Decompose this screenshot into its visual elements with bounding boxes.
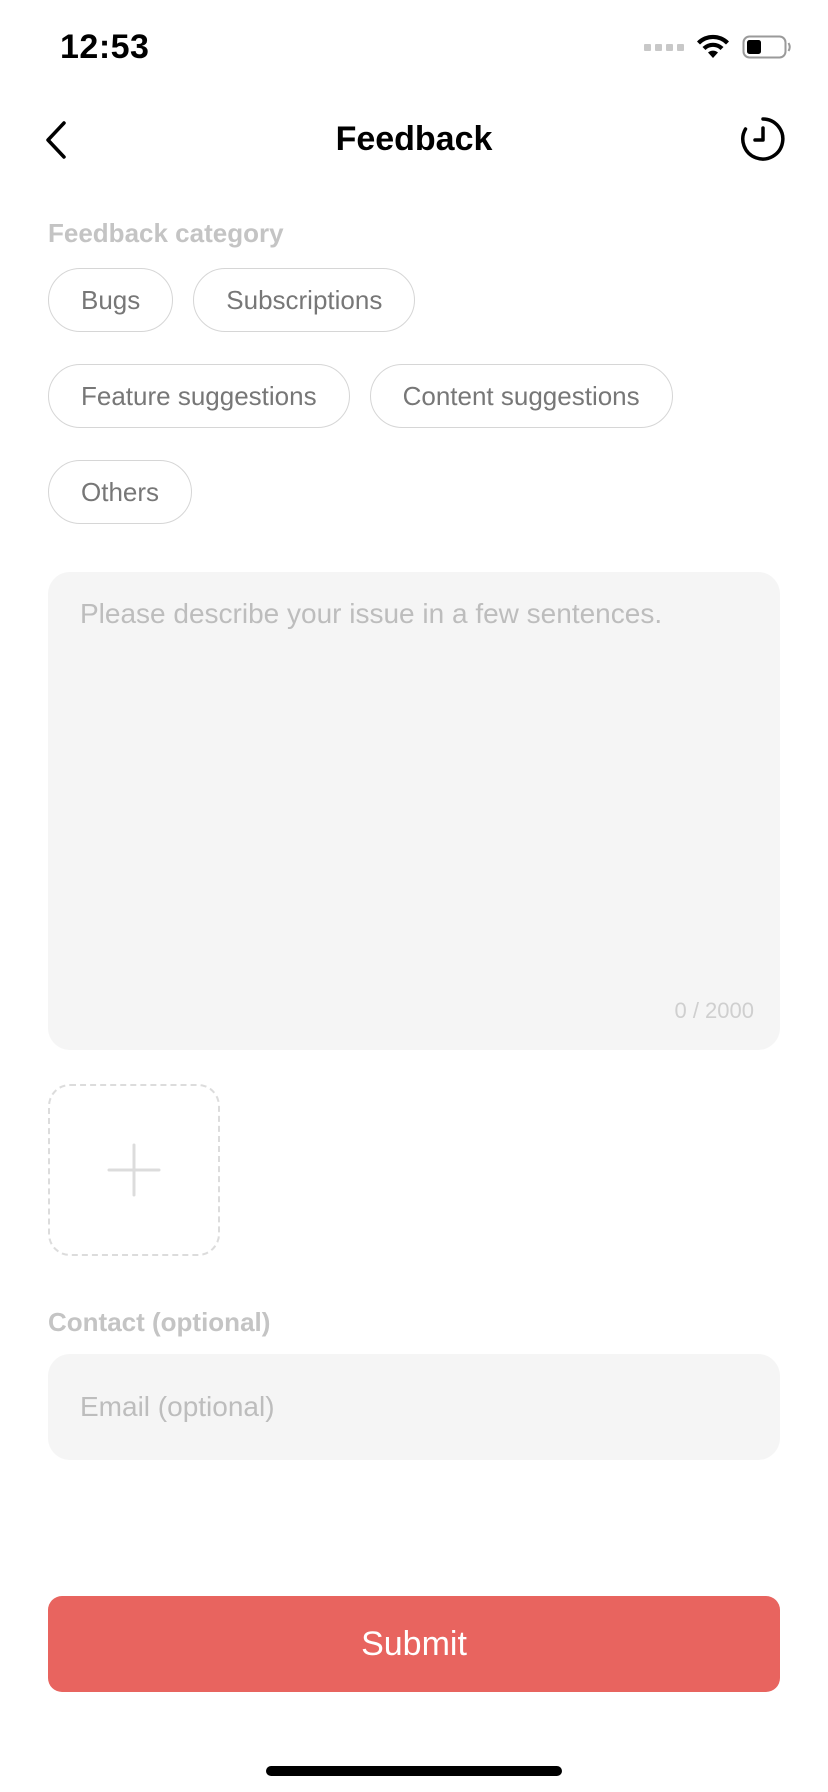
chip-row: Feature suggestions Content suggestions: [48, 364, 788, 428]
email-field: [48, 1354, 780, 1460]
chip-row: Bugs Subscriptions: [48, 268, 788, 332]
category-chips: Bugs Subscriptions Feature suggestions C…: [48, 268, 788, 556]
home-indicator: [266, 1766, 562, 1776]
signal-icon: [644, 43, 684, 51]
chip-bugs[interactable]: Bugs: [48, 268, 174, 332]
description-input[interactable]: [48, 572, 780, 1050]
battery-icon: [742, 35, 791, 59]
chip-others[interactable]: Others: [48, 460, 193, 524]
description-box: 0 / 2000: [48, 572, 780, 1050]
wifi-icon: [697, 34, 729, 58]
nav-bar: Feedback: [0, 100, 828, 180]
add-image-button[interactable]: [48, 1084, 220, 1256]
feedback-category-label: Feedback category: [48, 218, 284, 248]
status-time: 12:53: [60, 28, 150, 66]
char-counter: 0 / 2000: [674, 998, 754, 1023]
history-button[interactable]: [738, 114, 788, 164]
status-indicators: [644, 34, 792, 60]
page-title: Feedback: [335, 120, 493, 158]
status-bar: 12:53: [0, 0, 828, 100]
submit-button[interactable]: Submit: [48, 1596, 780, 1692]
history-clock-icon: [741, 117, 785, 161]
chip-content-suggestions[interactable]: Content suggestions: [369, 364, 673, 428]
email-input[interactable]: [48, 1354, 780, 1460]
chip-subscriptions[interactable]: Subscriptions: [193, 268, 416, 332]
plus-icon: [107, 1143, 161, 1197]
chip-feature-suggestions[interactable]: Feature suggestions: [48, 364, 350, 428]
contact-label: Contact (optional): [48, 1307, 271, 1337]
chip-row: Others: [48, 460, 788, 524]
